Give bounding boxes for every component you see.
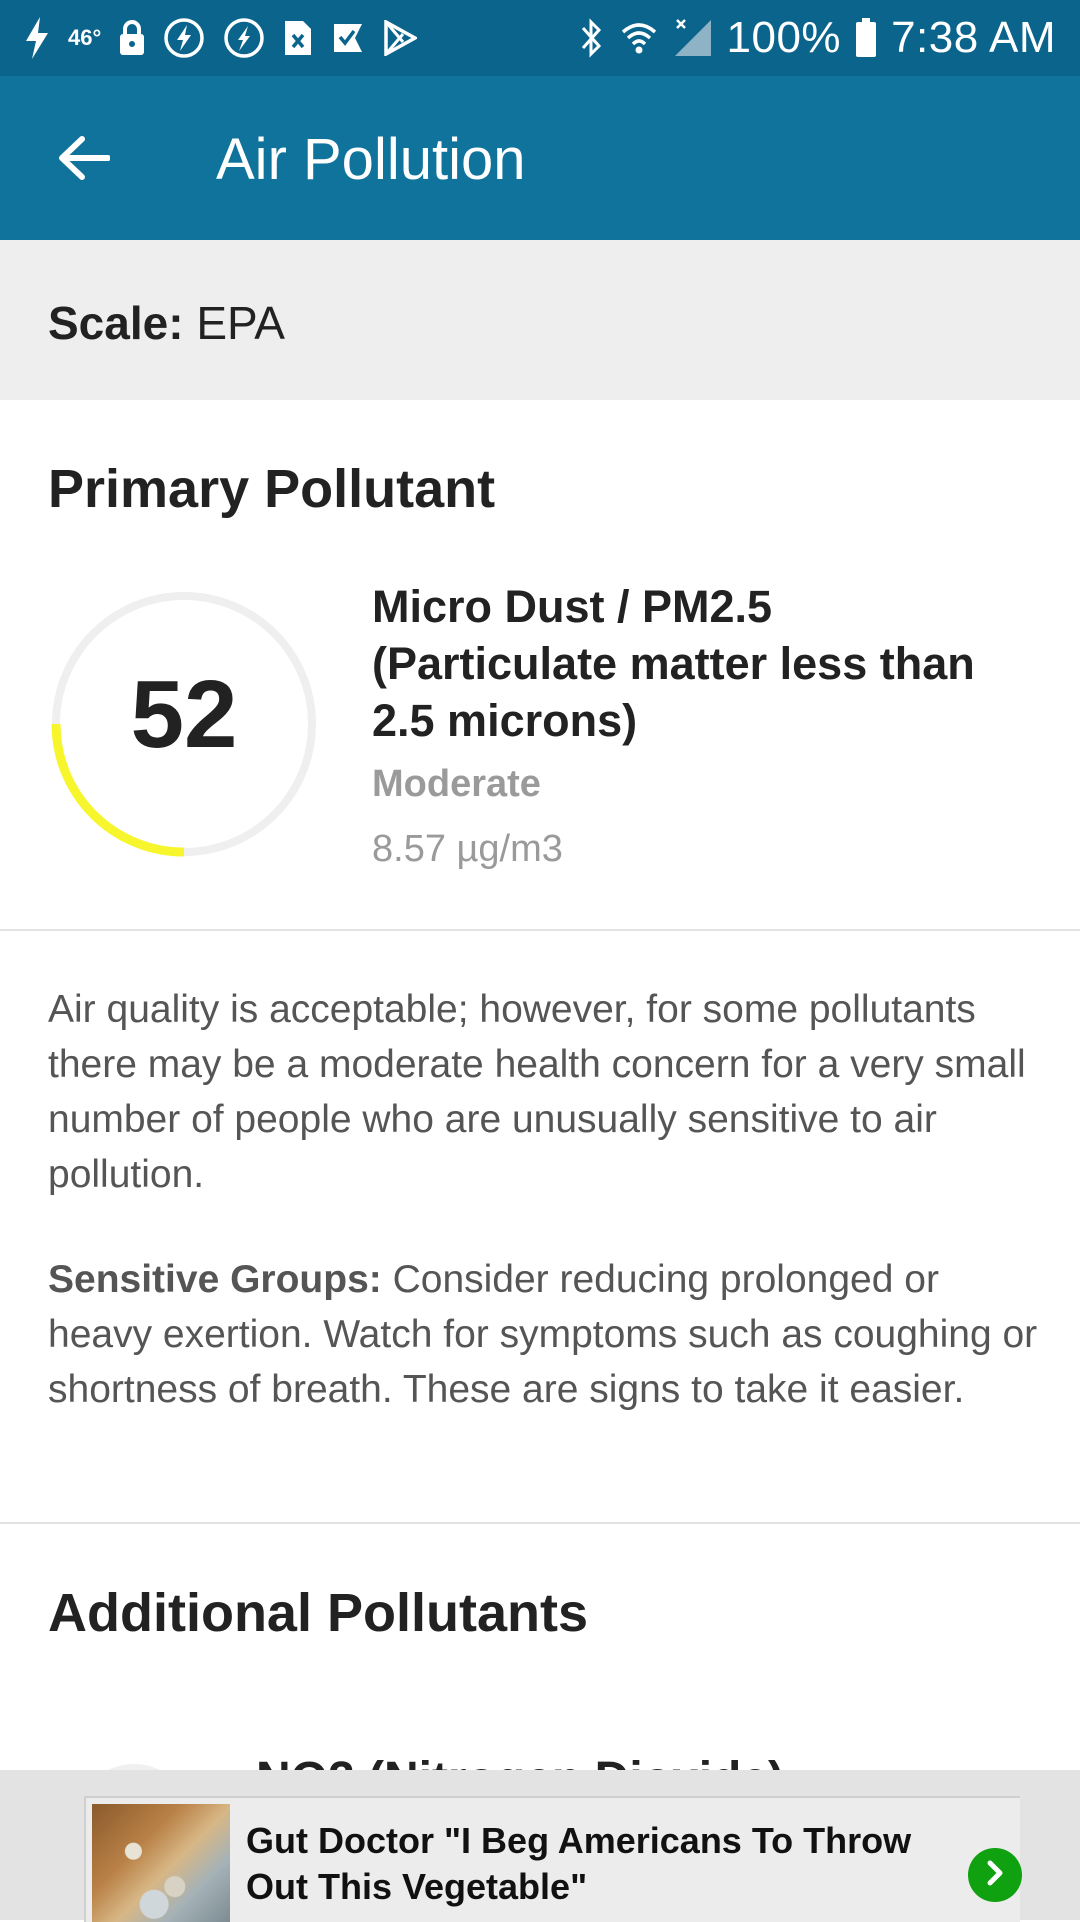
bolt-circle-icon: [163, 17, 205, 59]
clock: 7:38 AM: [891, 13, 1056, 62]
divider: [0, 1522, 1080, 1524]
status-bar: 46° 100% 7:38 AM: [0, 0, 1080, 76]
play-store-icon: [383, 20, 418, 56]
sim-card-icon: [283, 19, 313, 57]
flash-icon: [24, 17, 50, 59]
battery-icon: [855, 18, 877, 58]
health-description: Air quality is acceptable; however, for …: [48, 988, 1026, 1196]
ad-image: [92, 1804, 230, 1922]
ad-card[interactable]: Gut Doctor "I Beg Americans To Throw Out…: [84, 1796, 1022, 1922]
ad-title: Gut Doctor "I Beg Americans To Throw Out…: [246, 1820, 912, 1907]
pollutant-info: Micro Dust / PM2.5 (Particulate matter l…: [372, 578, 1022, 871]
scale-text: Scale: EPA: [48, 296, 285, 350]
check-flag-icon: [331, 21, 365, 55]
wifi-icon: [619, 18, 659, 58]
arrow-left-icon: [58, 135, 111, 185]
sensitive-groups-label: Sensitive Groups:: [48, 1258, 382, 1301]
temperature-text: 46°: [68, 25, 102, 50]
pollutant-level: Moderate: [372, 763, 541, 805]
pollutant-full-name: (Particulate matter less than 2.5 micron…: [372, 638, 975, 746]
page-title: Air Pollution: [216, 127, 526, 192]
signal-icon: [673, 18, 713, 58]
additional-pollutants-heading: Additional Pollutants: [48, 1583, 588, 1643]
status-bar-system: 100% 7:38 AM: [579, 8, 1056, 68]
bluetooth-icon: [579, 18, 605, 58]
ad-open-button[interactable]: [968, 1848, 1022, 1902]
pollutant-name: Micro Dust / PM2.5 (Particulate matter l…: [372, 578, 1022, 749]
app-bar: Air Pollution: [0, 76, 1080, 240]
status-bar-notifications: 46°: [24, 14, 418, 62]
aqi-value: 52: [130, 661, 238, 768]
scale-value: EPA: [196, 297, 285, 349]
bolt-circle-icon: [223, 17, 265, 59]
pollutant-concentration: 8.57 µg/m3: [372, 828, 563, 870]
scale-selector[interactable]: Scale: EPA: [0, 240, 1080, 400]
primary-pollutant-heading: Primary Pollutant: [48, 459, 496, 519]
chevron-right-icon: [984, 1860, 1006, 1891]
ad-banner[interactable]: Gut Doctor "I Beg Americans To Throw Out…: [0, 1770, 1080, 1922]
back-button[interactable]: [44, 120, 124, 200]
pollutant-short-name: Micro Dust / PM2.5: [372, 581, 773, 632]
scale-label: Scale:: [48, 297, 184, 349]
lock-icon: [119, 20, 145, 56]
divider: [0, 929, 1080, 931]
battery-percent: 100%: [726, 13, 842, 62]
sensitive-groups-advice: Sensitive Groups: Consider reducing prol…: [48, 1252, 1038, 1417]
